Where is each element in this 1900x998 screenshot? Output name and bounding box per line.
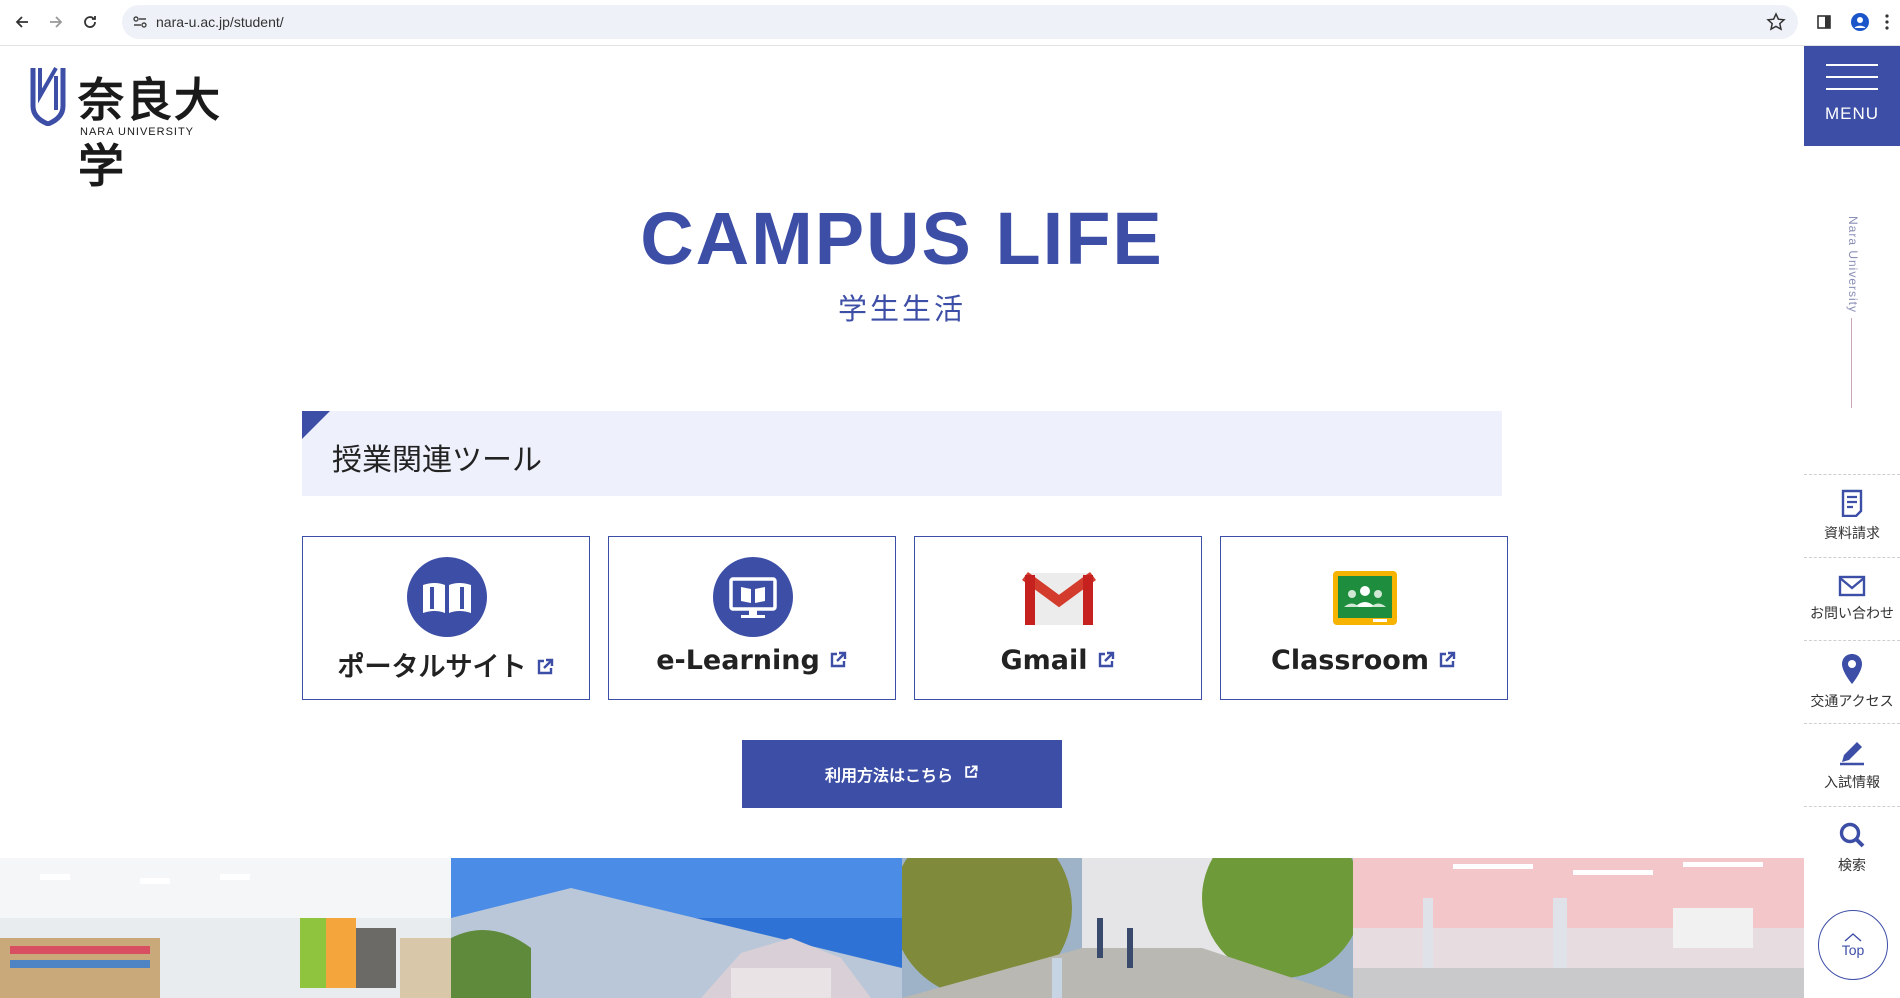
profile-avatar-icon[interactable] [1848,10,1872,34]
side-item-label: 検索 [1838,858,1866,874]
url-text: nara-u.ac.jp/student/ [156,14,284,30]
side-item-label: 交通アクセス [1810,694,1894,710]
section-title: 授業関連ツール [332,443,542,478]
logo-mark-icon [30,67,66,126]
logo-english: NARA UNIVERSITY [80,126,195,138]
corner-accent [302,411,330,439]
external-link-icon [535,653,555,684]
side-panel-icon[interactable] [1812,10,1836,34]
side-item-admissions[interactable]: 入試情報 [1804,723,1900,806]
how-to-use-label: 利用方法はこちら [824,766,953,785]
tool-label: Classroom [1221,645,1507,677]
back-to-top-label: Top [1841,942,1865,958]
menu-bar-icon [1826,76,1878,78]
side-item-contact[interactable]: お問い合わせ [1804,557,1900,640]
page-subtitle: 学生生活 [837,292,966,326]
section-heading: 授業関連ツール [302,411,1502,496]
monitor-book-icon [713,557,793,637]
tool-card-gmail[interactable]: Gmail [914,536,1202,700]
side-item-label: 入試情報 [1824,775,1880,791]
tool-card-portal[interactable]: ポータルサイト [302,536,590,700]
gmail-icon [1022,571,1096,625]
browser-toolbar: nara-u.ac.jp/student/ [0,0,1900,46]
external-link-icon [1096,646,1116,677]
tool-label: ポータルサイト [303,645,589,684]
tool-label-text: Gmail [1000,645,1088,676]
page: 奈良大学 NARA UNIVERSITY MENU CAMPUS LIFE 学生… [0,46,1900,998]
bookmark-star-icon[interactable] [1766,12,1786,36]
page-title: CAMPUS LIFE [640,197,1164,280]
side-item-brochure[interactable]: 資料請求 [1804,474,1900,557]
side-item-label: 資料請求 [1824,526,1880,542]
campus-walkway-photo [902,858,1353,998]
back-icon[interactable] [10,10,34,34]
tool-label-text: e-Learning [656,645,820,676]
menu-button[interactable]: MENU [1804,46,1900,146]
pencil-icon [1840,742,1864,766]
how-to-use-button[interactable]: 利用方法はこちら [742,740,1062,808]
tool-label-text: Classroom [1271,645,1429,676]
tool-card-elearning[interactable]: e-Learning [608,536,896,700]
tool-label: Gmail [915,645,1201,677]
site-settings-icon[interactable] [132,14,148,34]
external-link-icon [1437,646,1457,677]
address-bar[interactable]: nara-u.ac.jp/student/ [122,5,1798,39]
chevron-up-icon [1844,933,1862,942]
external-link-icon [828,646,848,677]
side-nav: 資料請求 お問い合わせ 交通アクセス 入試情報 検索 [1804,474,1900,889]
document-icon [1841,489,1863,517]
vertical-divider [1851,318,1852,408]
tool-card-classroom[interactable]: Classroom [1220,536,1508,700]
university-logo[interactable]: 奈良大学 NARA UNIVERSITY [30,64,260,193]
menu-bar-icon [1826,64,1878,66]
back-to-top-button[interactable]: Top [1818,910,1888,980]
photo-strip [0,858,1804,998]
mail-icon [1838,575,1866,597]
reload-icon[interactable] [78,10,102,34]
menu-bar-icon [1826,88,1878,90]
side-item-access[interactable]: 交通アクセス [1804,640,1900,723]
side-item-label: お問い合わせ [1810,606,1894,622]
menu-label: MENU [1824,104,1880,123]
classroom-icon [1333,571,1397,625]
campus-building-photo [451,858,902,998]
tool-label-text: ポータルサイト [337,652,527,683]
external-link-icon [963,764,979,784]
vertical-brand-text: Nara University [1846,216,1860,314]
tool-label: e-Learning [609,645,895,677]
library-photo [0,858,451,998]
forward-icon[interactable] [44,10,68,34]
search-icon [1839,822,1865,848]
side-item-search[interactable]: 検索 [1804,806,1900,889]
cafeteria-photo [1353,858,1804,998]
kebab-menu-icon[interactable] [1880,10,1894,34]
map-pin-icon [1842,654,1862,684]
book-icon [407,557,487,637]
